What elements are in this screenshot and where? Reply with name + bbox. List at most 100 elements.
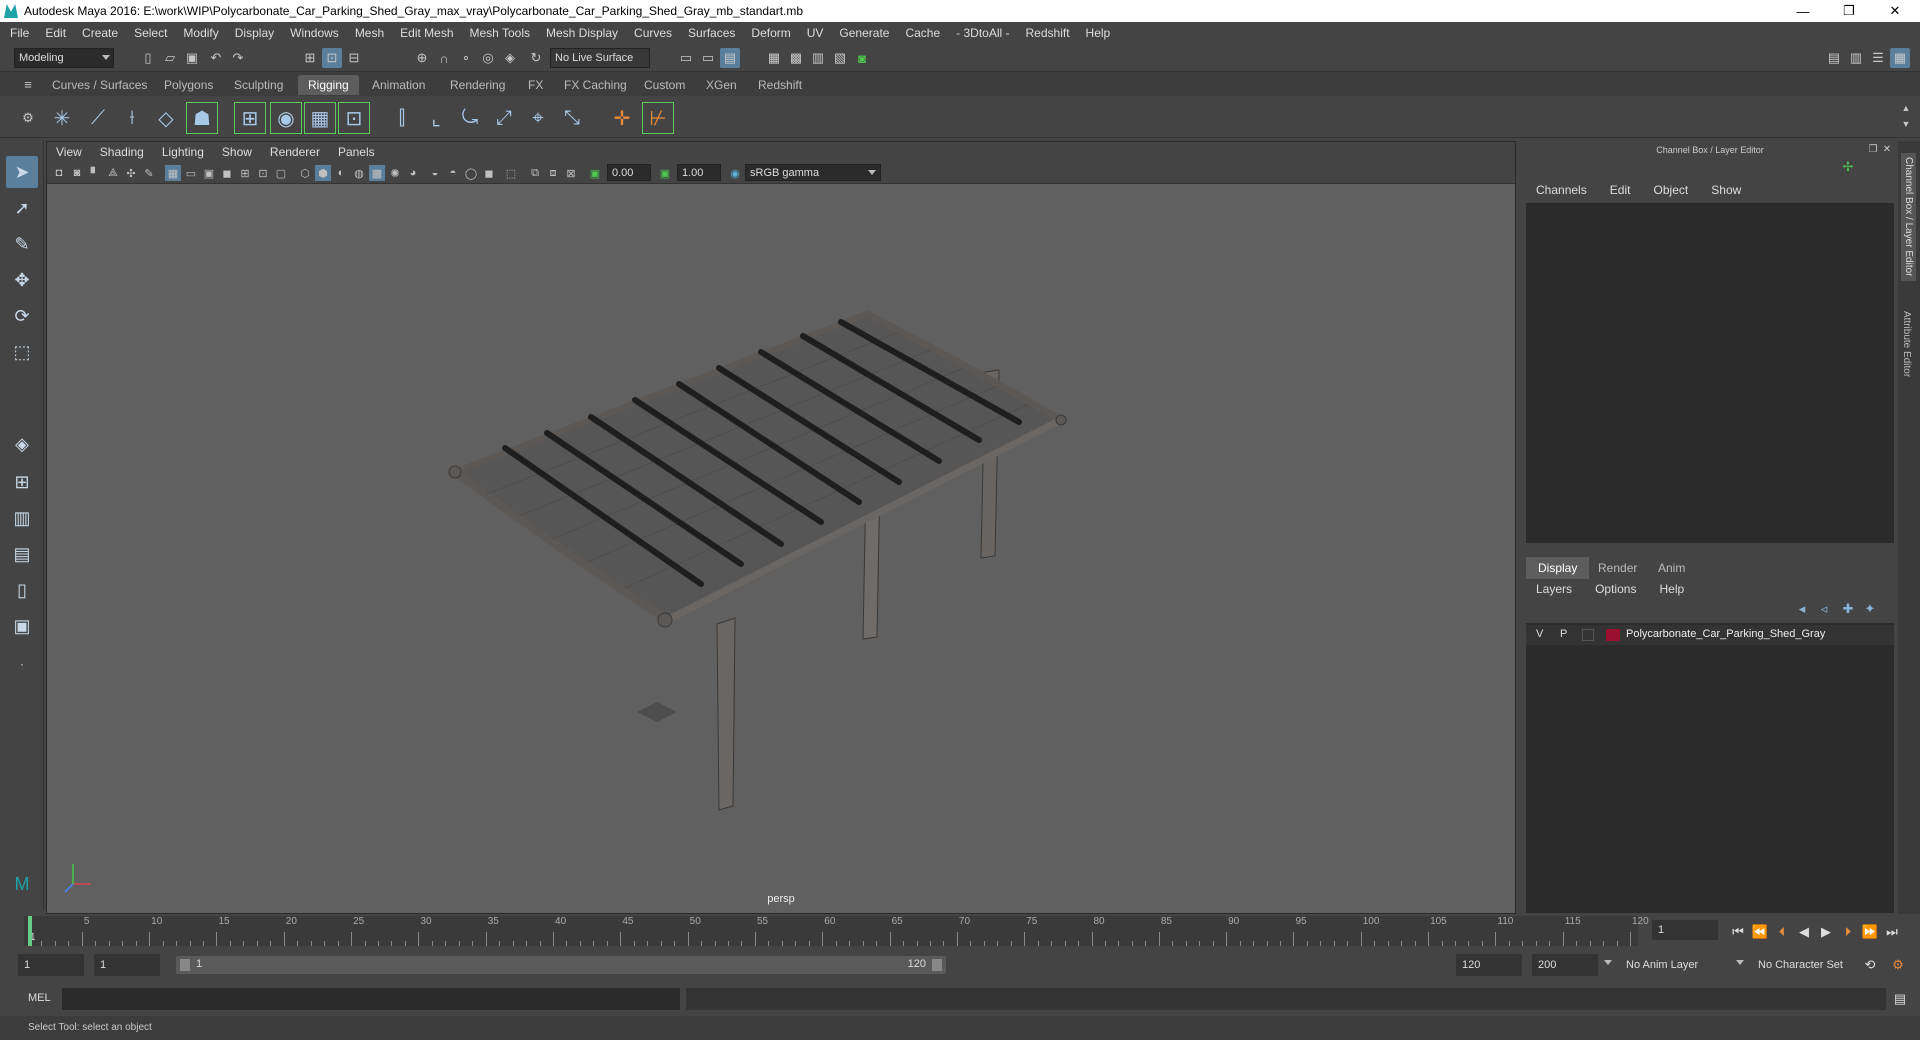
tab-render[interactable]: Render [1586,557,1649,579]
minimize-button[interactable]: — [1780,0,1826,22]
tab-anim[interactable]: Anim [1646,557,1697,579]
single-view-icon[interactable]: ◈ [6,428,38,460]
mode-dropdown[interactable]: Modeling [14,48,114,68]
shelf-scroll-down-icon[interactable]: ▼ [1896,114,1916,134]
ik-handle-icon[interactable]: ⟋ [82,102,114,134]
camera-select-icon[interactable]: ◘ [51,165,67,181]
menu-curves[interactable]: Curves [626,26,680,40]
hypershade-icon[interactable]: ◙ [852,48,872,68]
use-all-lights-icon[interactable]: ✺ [387,165,403,181]
prev-key-icon[interactable]: ⏴ [1772,922,1792,942]
tab-fx-caching[interactable]: FX Caching [554,75,637,95]
shelf-menu-icon[interactable]: ≡ [18,74,38,94]
select-hierarchy-icon[interactable]: ⊞ [300,48,320,68]
chevron-down-icon[interactable] [1736,960,1744,965]
snap-surface-icon[interactable]: ◈ [500,48,520,68]
resolution-gate-icon[interactable]: ▣ [201,165,217,181]
construction-history-icon[interactable]: ▤ [720,48,740,68]
playback-end-field[interactable]: 120 [1456,954,1522,976]
snap-grid-icon[interactable]: ⊕ [412,48,432,68]
mirror-joint-icon[interactable]: ◇ [150,102,182,134]
menu-windows[interactable]: Windows [282,26,347,40]
go-to-end-icon[interactable]: ⏭ [1882,922,1902,942]
2d-pan-icon[interactable]: ✣ [123,165,139,181]
anim-layer-dropdown[interactable]: No Anim Layer [1620,954,1738,976]
tab-attribute-editor[interactable]: Attribute Editor [1901,311,1912,377]
menu-create[interactable]: Create [74,26,126,40]
scene-canvas[interactable] [47,184,1517,896]
tab-display[interactable]: Display [1526,557,1590,579]
tab-custom[interactable]: Custom [634,75,695,95]
output-ops-icon[interactable]: ▭ [698,48,718,68]
menu-uv[interactable]: UV [799,26,832,40]
workspace-icon[interactable]: ▤ [1824,48,1844,68]
cb-menu-object[interactable]: Object [1644,183,1699,197]
menu-modify[interactable]: Modify [175,26,226,40]
textured-icon[interactable]: ▩ [369,165,385,181]
time-slider[interactable]: 1 5 10 15 20 25 30 35 40 45 50 55 60 65 70 75 80 85 90 95 10… [0,914,1920,950]
xray-joints-icon[interactable]: ⧈ [545,165,561,181]
current-frame-field[interactable]: 1 [1652,920,1718,940]
vp-menu-lighting[interactable]: Lighting [153,145,213,159]
xray-components-icon[interactable]: ⊠ [563,165,579,181]
quick-rig-icon[interactable]: ☗ [186,102,218,134]
playback-start-field[interactable]: 1 [94,954,160,976]
bind-skin-icon[interactable]: ⊞ [234,102,266,134]
cb-menu-channels[interactable]: Channels [1526,183,1597,197]
select-object-icon[interactable]: ⊡ [322,48,342,68]
menu-deform[interactable]: Deform [743,26,798,40]
menu-3dtoall[interactable]: - 3DtoAll - [948,26,1017,40]
shadows-icon[interactable]: ◕ [405,165,421,181]
tab-polygons[interactable]: Polygons [154,75,223,95]
step-forward-icon[interactable]: ⏩ [1860,922,1880,942]
tab-channel-box[interactable]: Channel Box / Layer Editor [1901,153,1916,281]
layout-collapse-icon[interactable]: · [6,648,38,680]
range-handle-left[interactable] [180,959,190,971]
wireframe-on-shaded-icon[interactable]: ◍ [351,165,367,181]
tab-xgen[interactable]: XGen [696,75,747,95]
new-scene-icon[interactable]: ▯ [138,48,158,68]
step-back-icon[interactable]: ⏪ [1750,922,1770,942]
gate-mask-icon[interactable]: ◼ [219,165,235,181]
move-tool-icon[interactable]: ✥ [6,264,38,296]
make-live-icon[interactable]: ↻ [526,48,546,68]
anti-aliasing-icon[interactable]: ◯ [463,165,479,181]
character-set-dropdown[interactable]: No Character Set [1752,954,1862,976]
script-editor-icon[interactable]: ▤ [1890,989,1910,1009]
range-handle-right[interactable] [932,959,942,971]
move-layer-down-icon[interactable]: ◃ [1814,599,1834,619]
tab-rigging[interactable]: Rigging [298,75,359,95]
locator-icon[interactable]: ✛ [606,102,638,134]
depth-of-field-icon[interactable]: ◼ [481,165,497,181]
play-forward-icon[interactable]: ▶ [1816,922,1836,942]
layer-menu-help[interactable]: Help [1650,582,1695,596]
channel-list[interactable] [1526,203,1894,543]
undo-icon[interactable]: ↶ [206,48,226,68]
persp-graph-icon[interactable]: ▤ [6,538,38,570]
menu-cache[interactable]: Cache [897,26,948,40]
cluster-icon[interactable]: ⊡ [338,102,370,134]
field-chart-icon[interactable]: ⊞ [237,165,253,181]
live-surface-field[interactable]: No Live Surface [550,48,650,68]
vp-menu-shading[interactable]: Shading [91,145,153,159]
layout-custom-icon[interactable]: ▣ [6,610,38,642]
menu-mesh-display[interactable]: Mesh Display [538,26,626,40]
point-constraint-icon[interactable]: ⌞ [420,102,452,134]
menu-select[interactable]: Select [126,26,175,40]
select-component-icon[interactable]: ⊟ [344,48,364,68]
menu-display[interactable]: Display [227,26,282,40]
manipulator-icon[interactable]: ✢ [1840,159,1856,175]
paint-select-icon[interactable]: ✎ [6,228,38,260]
layer-row[interactable]: V P Polycarbonate_Car_Parking_Shed_Gray [1526,625,1894,645]
layer-display-type[interactable] [1582,629,1594,641]
exposure-field[interactable]: 0.00 [607,164,651,181]
anim-prefs-icon[interactable]: ⚙ [1888,955,1908,975]
rotate-tool-icon[interactable]: ⟳ [6,300,38,332]
new-layer-icon[interactable]: ✚ [1838,599,1858,619]
gamma-icon[interactable]: ▣ [657,165,673,181]
scale-tool-icon[interactable]: ⬚ [6,336,38,368]
tab-sculpting[interactable]: Sculpting [224,75,293,95]
select-tool-icon[interactable]: ➤ [6,156,38,188]
toggle-panel-icon[interactable]: ▥ [1846,48,1866,68]
aim-constraint-icon[interactable]: ⌖ [522,102,554,134]
